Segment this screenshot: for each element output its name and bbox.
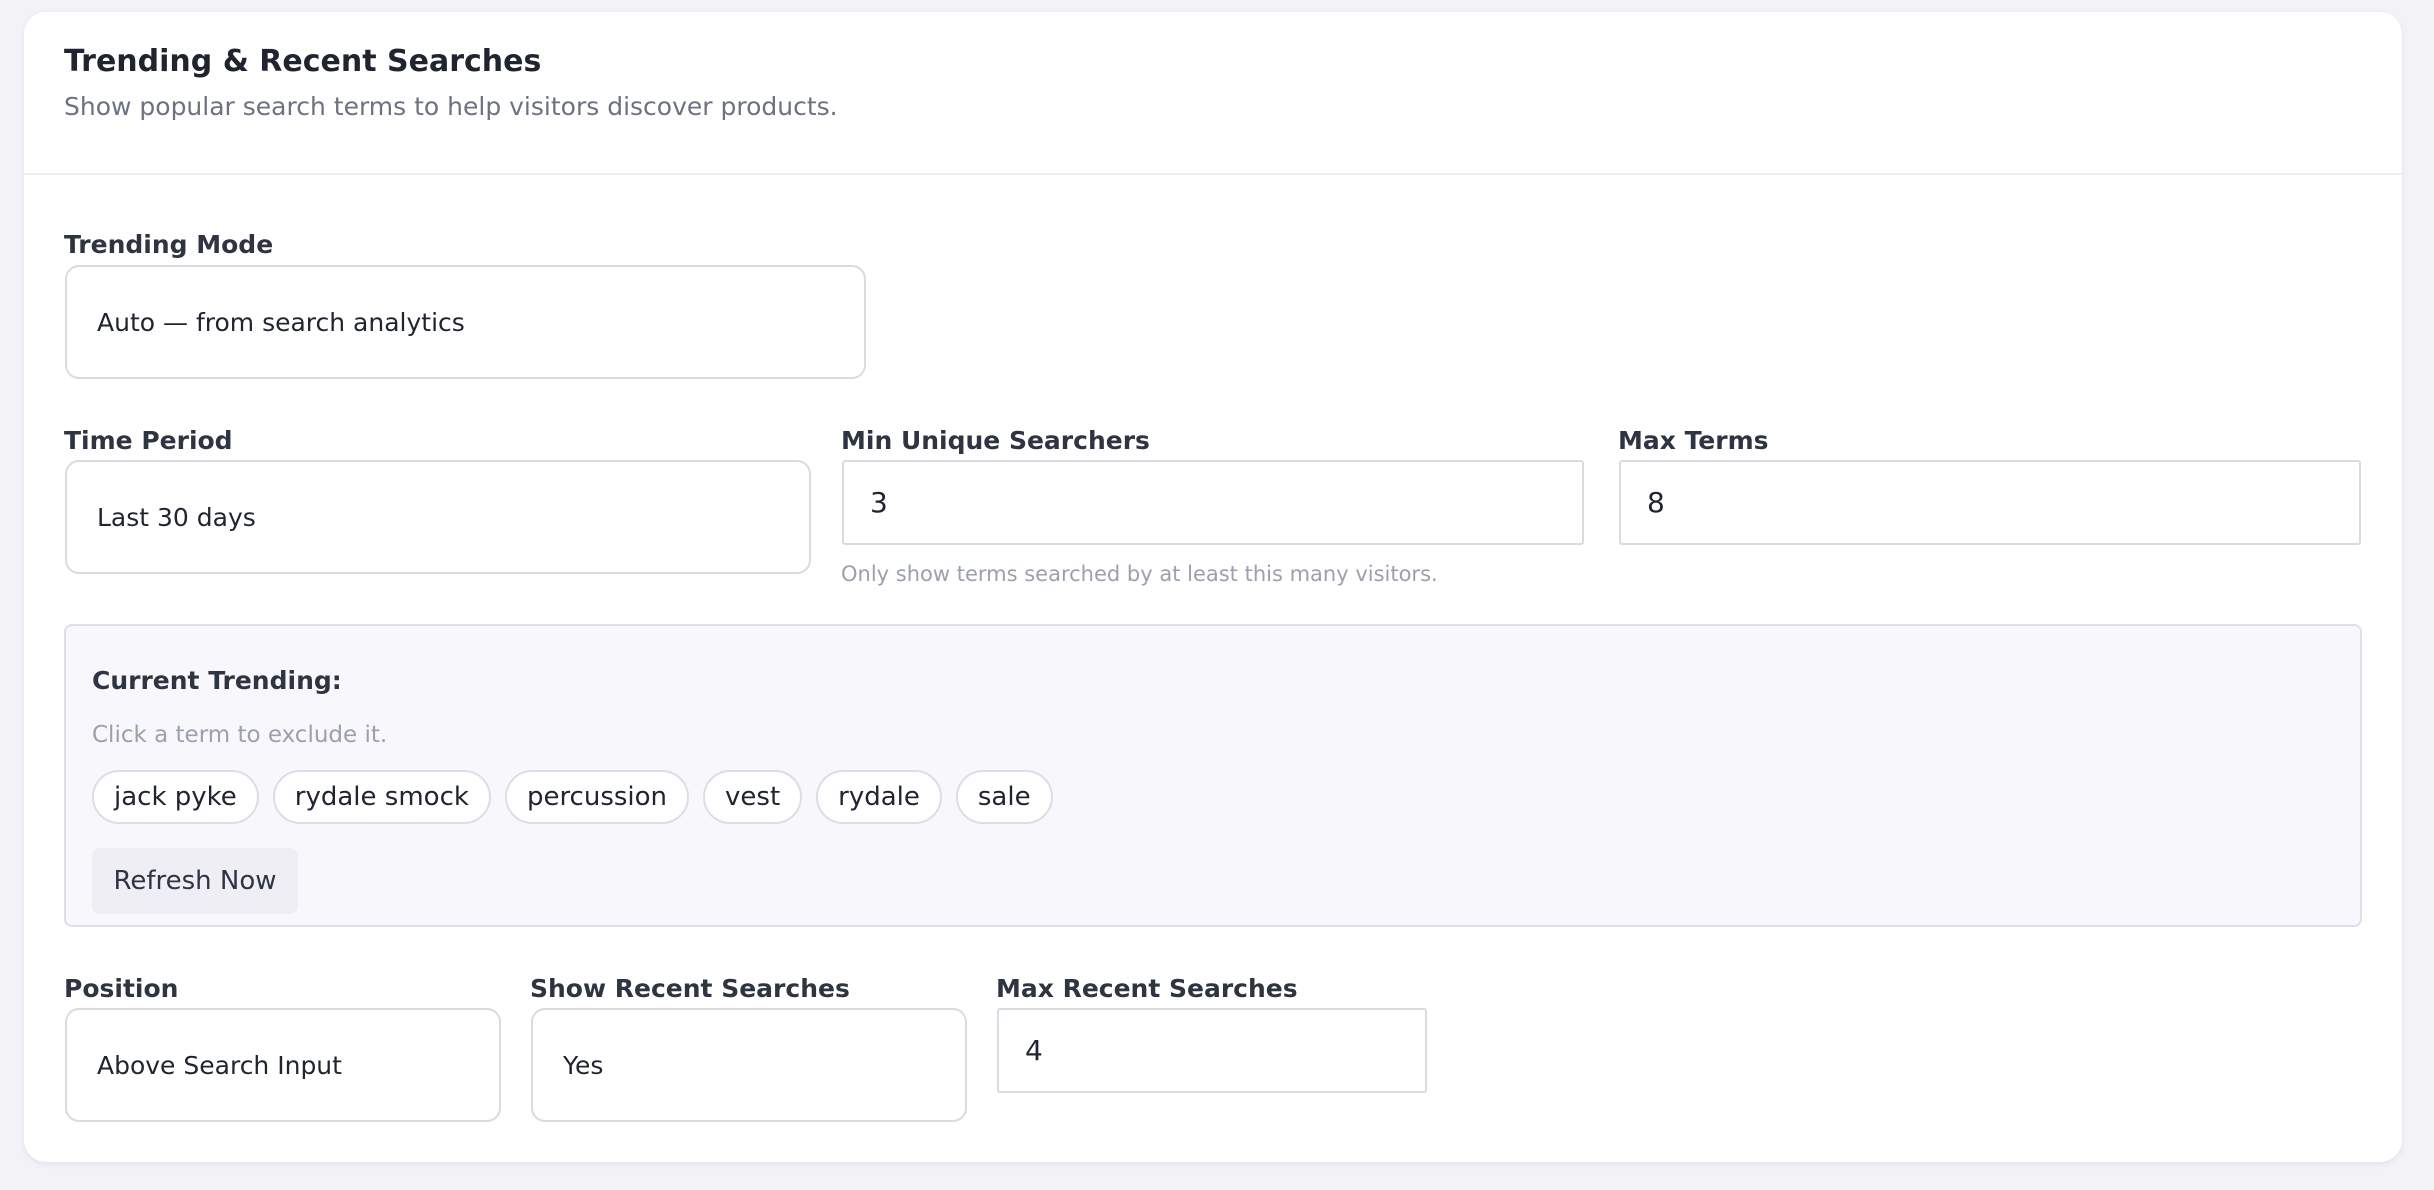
- max-terms-input[interactable]: 8: [1619, 460, 2361, 545]
- trending-term-chip[interactable]: percussion: [504, 770, 690, 824]
- trending-mode-label: Trending Mode: [64, 230, 274, 259]
- trending-mode-select[interactable]: Auto — from search analytics: [65, 265, 866, 379]
- time-period-label: Time Period: [64, 426, 233, 455]
- refresh-now-button[interactable]: Refresh Now: [92, 848, 298, 914]
- trending-term-chip[interactable]: sale: [955, 770, 1053, 824]
- min-unique-searchers-input[interactable]: 3: [842, 460, 1584, 545]
- position-select[interactable]: Above Search Input: [65, 1008, 501, 1122]
- section-title: Trending & Recent Searches: [64, 44, 542, 79]
- trending-term-chip[interactable]: rydale: [816, 770, 942, 824]
- card-header: Trending & Recent Searches Show popular …: [24, 12, 2402, 175]
- section-subtitle: Show popular search terms to help visito…: [64, 92, 838, 121]
- min-unique-searchers-value: 3: [870, 486, 888, 519]
- time-period-select[interactable]: Last 30 days: [65, 460, 811, 574]
- position-label: Position: [64, 974, 179, 1003]
- trending-term-chip[interactable]: jack pyke: [92, 770, 259, 824]
- current-trending-hint: Click a term to exclude it.: [92, 722, 388, 748]
- max-recent-searches-value: 4: [1025, 1034, 1043, 1067]
- position-value: Above Search Input: [97, 1050, 342, 1080]
- time-period-value: Last 30 days: [97, 502, 256, 532]
- show-recent-searches-value: Yes: [563, 1050, 604, 1080]
- current-trending-title: Current Trending:: [92, 666, 342, 695]
- min-unique-searchers-label: Min Unique Searchers: [841, 426, 1150, 455]
- trending-terms-list: jack pyke rydale smock percussion vest r…: [92, 770, 1053, 824]
- min-unique-searchers-hint: Only show terms searched by at least thi…: [841, 562, 1438, 586]
- trending-mode-value: Auto — from search analytics: [97, 307, 465, 337]
- max-recent-searches-label: Max Recent Searches: [996, 974, 1298, 1003]
- trending-term-chip[interactable]: rydale smock: [272, 770, 491, 824]
- max-recent-searches-input[interactable]: 4: [997, 1008, 1427, 1093]
- trending-term-chip[interactable]: vest: [703, 770, 803, 824]
- max-terms-value: 8: [1647, 486, 1665, 519]
- show-recent-searches-select[interactable]: Yes: [531, 1008, 967, 1122]
- trending-settings-card: Trending & Recent Searches Show popular …: [24, 12, 2402, 1162]
- current-trending-panel: Current Trending: Click a term to exclud…: [64, 624, 2362, 927]
- show-recent-searches-label: Show Recent Searches: [530, 974, 850, 1003]
- max-terms-label: Max Terms: [1618, 426, 1769, 455]
